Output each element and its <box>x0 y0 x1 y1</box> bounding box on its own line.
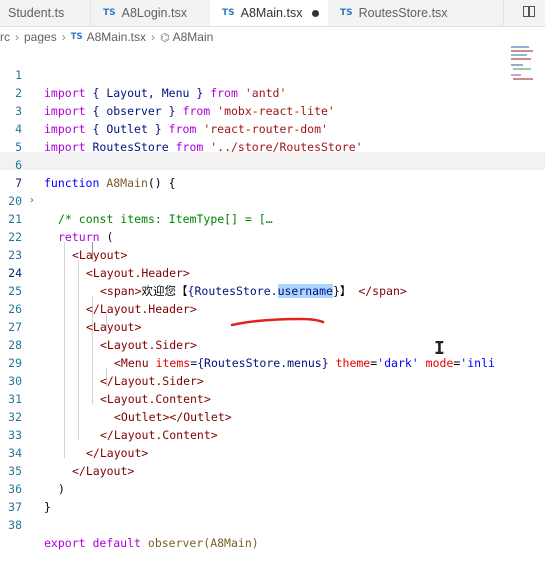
tab-a8login[interactable]: TS A8Login.tsx <box>91 0 209 26</box>
code-line: 34 </Layout> <box>0 426 545 478</box>
code-line: 26 <Layout> <box>0 282 545 334</box>
code-text: export default observer(A8Main) <box>44 534 259 552</box>
tab-a8main[interactable]: TS A8Main.tsx <box>210 0 328 26</box>
code-line: 25 </Layout.Header> <box>0 264 545 316</box>
line-number: 38 <box>8 518 22 532</box>
breadcrumb-item[interactable]: A8Main.tsx <box>87 30 146 44</box>
breadcrumb: rc › pages › TS A8Main.tsx › ⌬ A8Main <box>0 28 213 46</box>
breadcrumb-item[interactable]: A8Main <box>173 30 214 44</box>
chevron-right-icon: › <box>61 30 66 44</box>
chevron-right-icon: › <box>150 30 155 44</box>
code-line: 3 import { Outlet } from 'react-router-d… <box>0 84 545 136</box>
code-line: 33 </Layout> <box>0 408 545 460</box>
code-line: 29 </Layout.Sider> <box>0 336 545 388</box>
code-line: 1 import { Layout, Menu } from 'antd' <box>0 48 545 100</box>
tab-label: A8Main.tsx <box>240 6 303 20</box>
breadcrumb-item[interactable]: rc <box>0 30 10 44</box>
code-line: 23 <Layout.Header> <box>0 228 545 280</box>
code-line: 32 </Layout.Content> <box>0 390 545 442</box>
code-line: 20 <box>0 174 545 208</box>
tab-label: Student.ts <box>8 6 65 20</box>
code-line: 35 ) <box>0 444 545 496</box>
function-call: observer(A8Main) <box>147 536 259 550</box>
code-line: 31 <Outlet></Outlet> <box>0 372 545 424</box>
editor-tab-bar: Student.ts TS A8Login.tsx TS A8Main.tsx … <box>0 0 545 27</box>
typescript-file-icon: TS <box>103 8 116 18</box>
code-line: 30 <Layout.Content> <box>0 354 545 406</box>
code-line: 38 export default observer(A8Main) <box>0 498 545 550</box>
typescript-file-icon: TS <box>70 32 83 42</box>
code-editor[interactable]: 1 import { Layout, Menu } from 'antd' 2 … <box>0 48 545 550</box>
text-cursor-icon: I <box>434 338 445 359</box>
typescript-file-icon: TS <box>222 8 235 18</box>
code-line-folded: 7 › /* const items: ItemType[] = [… <box>0 156 545 226</box>
split-editor-icon[interactable] <box>523 6 535 17</box>
code-line: 37 <box>0 480 545 514</box>
code-line: 24 <span>欢迎您【{RoutesStore.username}】 </s… <box>0 246 545 298</box>
keyword: default <box>92 536 141 550</box>
code-line: 4 import RoutesStore from '../store/Rout… <box>0 102 545 154</box>
code-line: 21 return ( <box>0 192 545 244</box>
code-line: 22 <Layout> <box>0 210 545 262</box>
code-line: 36 } <box>0 462 545 514</box>
red-underline-annotation <box>230 317 325 327</box>
tab-label: RoutesStore.tsx <box>358 6 448 20</box>
tab-divider <box>503 0 504 26</box>
unsaved-dot-icon[interactable] <box>312 9 320 17</box>
keyword: export <box>44 536 86 550</box>
component-symbol-icon: ⌬ <box>159 30 170 44</box>
breadcrumb-item[interactable]: pages <box>24 30 57 44</box>
code-line: 2 import { observer } from 'mobx-react-l… <box>0 66 545 118</box>
tab-routesstore[interactable]: TS RoutesStore.tsx <box>328 0 488 26</box>
tab-label: A8Login.tsx <box>121 6 187 20</box>
tab-student-ts[interactable]: Student.ts <box>0 0 90 26</box>
code-line: 6 function A8Main() { <box>0 138 545 190</box>
code-line: 5 <box>0 120 545 154</box>
chevron-right-icon: › <box>15 30 19 44</box>
typescript-file-icon: TS <box>340 8 353 18</box>
